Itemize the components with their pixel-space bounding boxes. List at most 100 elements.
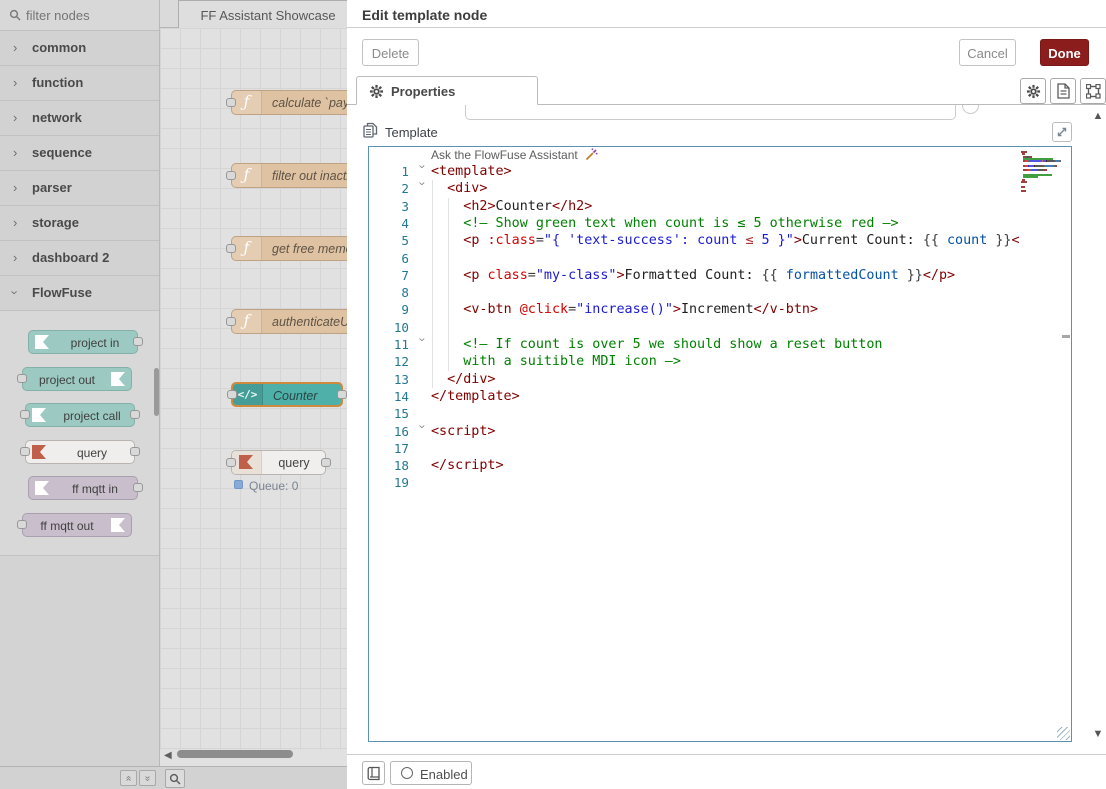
- port[interactable]: [337, 390, 347, 399]
- appearance-tab-button[interactable]: [1080, 78, 1106, 104]
- delete-button[interactable]: Delete: [362, 39, 419, 66]
- flow-canvas[interactable]: ƒcalculate `pay ƒfilter out inacti ƒget fr…: [160, 28, 347, 750]
- expand-all-button[interactable]: »: [139, 770, 156, 786]
- editor-resize-grip[interactable]: [1057, 727, 1070, 740]
- tab-properties[interactable]: Properties: [356, 76, 538, 105]
- chevron-right-icon: ›: [13, 110, 17, 125]
- palette-search[interactable]: [0, 0, 160, 31]
- done-button[interactable]: Done: [1040, 39, 1089, 66]
- port[interactable]: [226, 171, 236, 180]
- palette-category-parser[interactable]: ›parser: [0, 171, 160, 206]
- flow-node-label: query: [262, 456, 326, 470]
- collapse-all-button[interactable]: »: [120, 770, 137, 786]
- editor-minimap[interactable]: [1019, 147, 1061, 741]
- code-line: with a suitible MDI icon —>: [463, 353, 681, 371]
- palette-category-sequence[interactable]: ›sequence: [0, 136, 160, 171]
- template-code-editor[interactable]: Ask the FlowFuse Assistant 1›<template>2…: [368, 146, 1072, 742]
- status-text: Queue: 0: [249, 479, 298, 493]
- port[interactable]: [17, 520, 27, 529]
- code-line: <div>: [447, 180, 487, 198]
- workspace: FF Assistant Showcase ƒcalculate `pay ƒfi…: [160, 0, 347, 766]
- fold-icon[interactable]: ›: [413, 338, 430, 352]
- template-icon: </>: [233, 388, 262, 401]
- palette-category-FlowFuse[interactable]: ›FlowFuse: [0, 276, 160, 311]
- function-icon: ƒ: [232, 311, 261, 330]
- dialog-title: Edit template node: [362, 7, 487, 23]
- fold-icon[interactable]: ›: [413, 165, 430, 179]
- expand-editor-button[interactable]: [1052, 122, 1072, 142]
- flow-node-query[interactable]: query: [231, 450, 326, 475]
- port[interactable]: [17, 374, 27, 383]
- scroll-down-icon[interactable]: ▼: [1088, 728, 1106, 740]
- scroll-left-icon[interactable]: ◀: [164, 750, 172, 761]
- port[interactable]: [130, 410, 140, 419]
- enabled-label: Enabled: [420, 767, 468, 782]
- palette-category-function[interactable]: ›function: [0, 66, 160, 101]
- palette-node-label: ff mqtt out: [27, 519, 107, 533]
- flow-node-label: authenticateU: [272, 315, 347, 329]
- palette-node-project-out[interactable]: project out: [22, 367, 132, 391]
- flow-node-Counter[interactable]: </>Counter: [231, 382, 343, 407]
- port[interactable]: [20, 410, 30, 419]
- scroll-up-icon[interactable]: ▲: [1088, 110, 1106, 122]
- chevron-down-icon: ›: [8, 290, 23, 294]
- palette-category-storage[interactable]: ›storage: [0, 206, 160, 241]
- flow-node-filter-out-inacti[interactable]: ƒfilter out inacti: [231, 163, 347, 188]
- gear-icon: [369, 84, 384, 99]
- flowfuse-icon: [105, 368, 131, 390]
- settings-tab-button[interactable]: [1020, 78, 1046, 104]
- search-icon: [9, 9, 21, 21]
- line-number: 11: [369, 336, 409, 353]
- description-tab-button[interactable]: [1050, 78, 1076, 104]
- code-line: <!— Show green text when count is ≤ 5 ot…: [463, 215, 898, 233]
- assistant-hint[interactable]: Ask the FlowFuse Assistant: [431, 148, 598, 163]
- flowfuse-icon: [105, 514, 131, 536]
- code-line: <script>: [431, 423, 496, 441]
- name-toggle-button[interactable]: [962, 105, 979, 114]
- palette-node-project-call[interactable]: project call: [25, 403, 135, 427]
- palette-node-label: query: [52, 446, 132, 460]
- flow-tabbar: FF Assistant Showcase: [160, 0, 347, 28]
- port[interactable]: [226, 317, 236, 326]
- palette-category-common[interactable]: ›common: [0, 31, 160, 66]
- dialog-tabrow: Properties: [347, 76, 1106, 105]
- palette-node-project-in[interactable]: project in: [28, 330, 138, 354]
- palette-node-ff-mqtt-out[interactable]: ff mqtt out: [22, 513, 132, 537]
- function-icon-zone: ƒ: [232, 310, 262, 333]
- horizontal-scrollbar[interactable]: [177, 750, 293, 758]
- port[interactable]: [133, 483, 143, 492]
- port[interactable]: [130, 447, 140, 456]
- edit-template-dialog: Edit template node Delete Cancel Done Pr…: [347, 0, 1106, 789]
- function-icon: ƒ: [232, 165, 261, 184]
- port[interactable]: [226, 244, 236, 253]
- port[interactable]: [321, 458, 331, 467]
- fold-icon[interactable]: ›: [413, 182, 430, 196]
- flow-tab[interactable]: FF Assistant Showcase: [178, 0, 347, 28]
- port[interactable]: [133, 337, 143, 346]
- palette-scrollbar[interactable]: [154, 368, 159, 416]
- line-number: 3: [369, 198, 409, 215]
- flow-node-get-free-memo[interactable]: ƒget free memo: [231, 236, 347, 261]
- palette-category-dashboard-2[interactable]: ›dashboard 2: [0, 241, 160, 276]
- navigator-button[interactable]: [165, 769, 185, 788]
- port[interactable]: [226, 98, 236, 107]
- flow-node-authenticateU[interactable]: ƒ authenticateU: [231, 309, 347, 334]
- palette: ›common›function›network›sequence›parser…: [0, 0, 160, 766]
- name-input[interactable]: [465, 105, 956, 120]
- palette-category-network[interactable]: ›network: [0, 101, 160, 136]
- cancel-button[interactable]: Cancel: [959, 39, 1016, 66]
- line-number: 18: [369, 457, 409, 474]
- docs-toggle-button[interactable]: [362, 761, 385, 785]
- line-number: 1: [369, 163, 409, 180]
- line-number: 5: [369, 232, 409, 249]
- flow-node-calculate-pay[interactable]: ƒcalculate `pay: [231, 90, 347, 115]
- fold-icon[interactable]: ›: [413, 424, 430, 438]
- palette-node-query[interactable]: query: [25, 440, 135, 464]
- palette-node-ff-mqtt-in[interactable]: ff mqtt in: [28, 476, 138, 500]
- port[interactable]: [226, 458, 236, 467]
- palette-category-label: sequence: [32, 145, 92, 160]
- enabled-toggle-button[interactable]: Enabled: [390, 761, 472, 785]
- port[interactable]: [227, 390, 237, 399]
- filter-nodes-input[interactable]: [26, 5, 151, 25]
- port[interactable]: [20, 447, 30, 456]
